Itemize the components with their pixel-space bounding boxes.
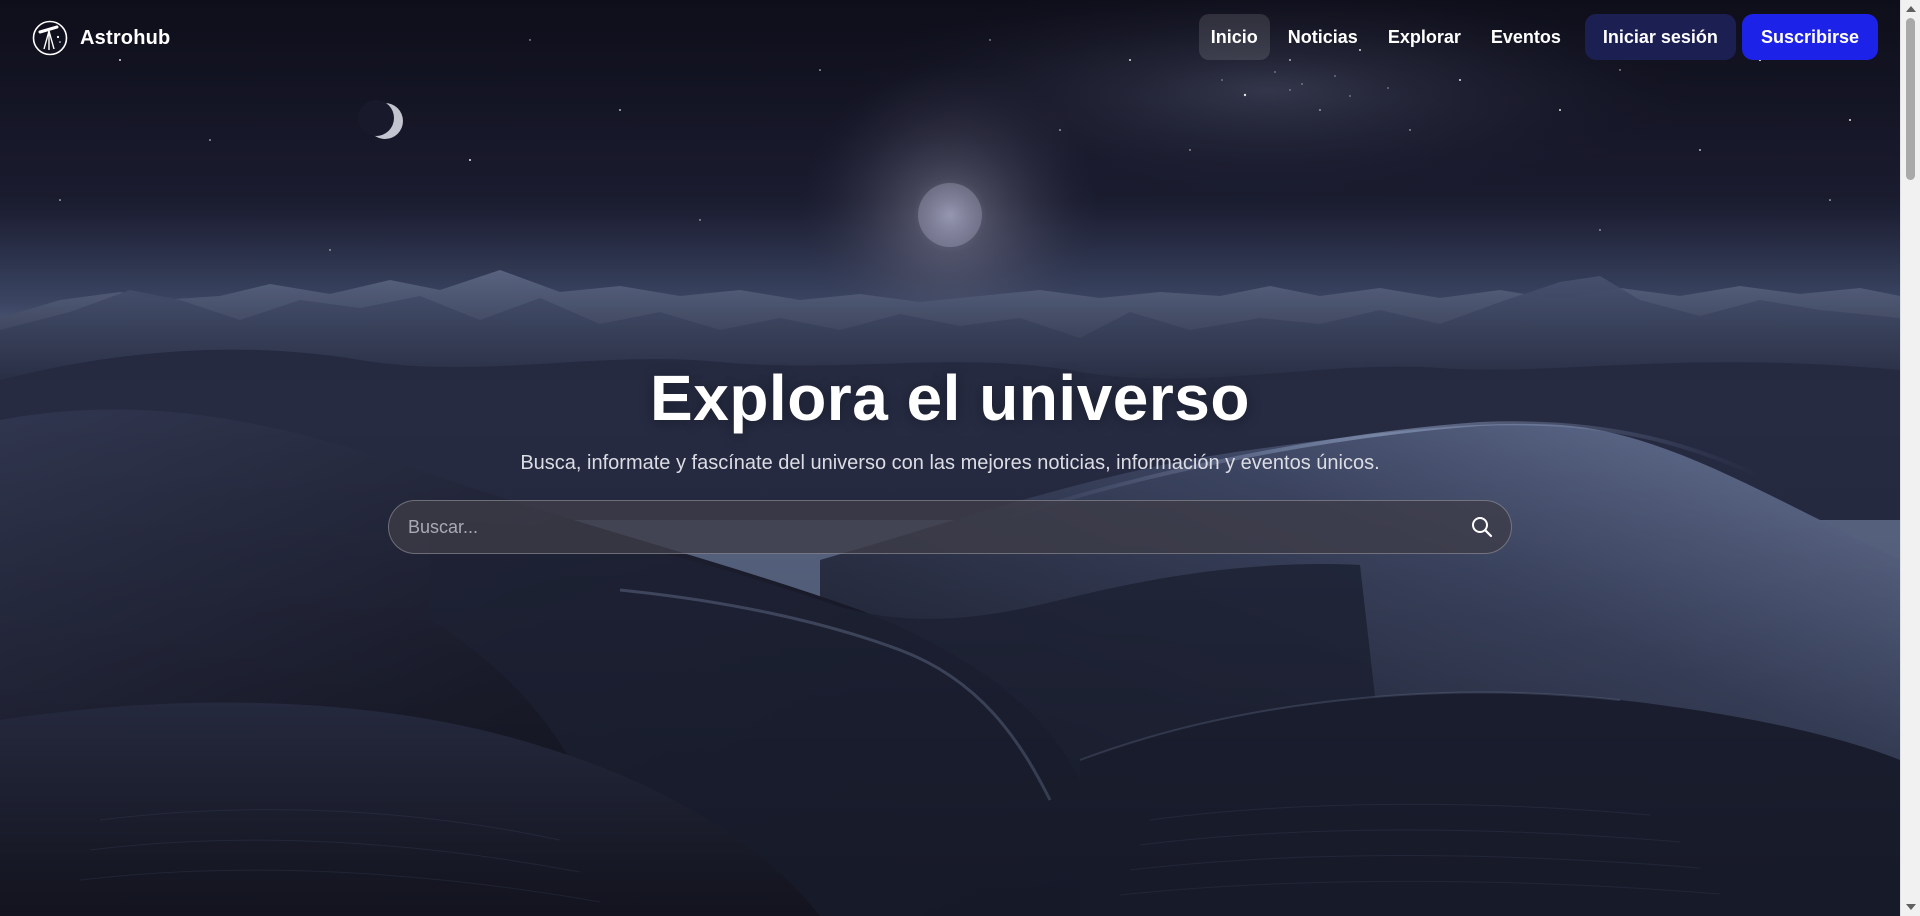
page-scrollbar[interactable] — [1900, 0, 1920, 916]
scrollbar-thumb[interactable] — [1906, 18, 1915, 180]
search-icon — [1472, 517, 1493, 538]
login-button[interactable]: Iniciar sesión — [1584, 14, 1736, 60]
nav-item-inicio[interactable]: Inicio — [1198, 14, 1270, 60]
brand-name: Astrohub — [80, 26, 171, 49]
nav-item-explorar[interactable]: Explorar — [1376, 14, 1473, 60]
nav-item-eventos[interactable]: Eventos — [1479, 14, 1573, 60]
hero-subtitle: Busca, informate y fascínate del univers… — [520, 452, 1380, 474]
page: Astrohub Inicio Noticias Explorar Evento… — [0, 0, 1920, 916]
search-input[interactable] — [389, 501, 1429, 553]
telescope-logo-icon — [32, 20, 68, 56]
nav-item-noticias[interactable]: Noticias — [1276, 14, 1370, 60]
hero-title: Explora el universo — [650, 362, 1250, 434]
subscribe-button[interactable]: Suscribirse — [1741, 14, 1878, 60]
main-nav: Inicio Noticias Explorar Eventos Iniciar… — [1198, 14, 1878, 60]
scroll-down-arrow-icon[interactable] — [1906, 904, 1916, 910]
top-navbar: Astrohub Inicio Noticias Explorar Evento… — [0, 0, 1900, 76]
brand-link[interactable]: Astrohub — [32, 20, 170, 56]
search-button[interactable] — [1467, 512, 1497, 542]
scroll-up-arrow-icon[interactable] — [1906, 6, 1916, 12]
search-bar — [388, 500, 1512, 554]
